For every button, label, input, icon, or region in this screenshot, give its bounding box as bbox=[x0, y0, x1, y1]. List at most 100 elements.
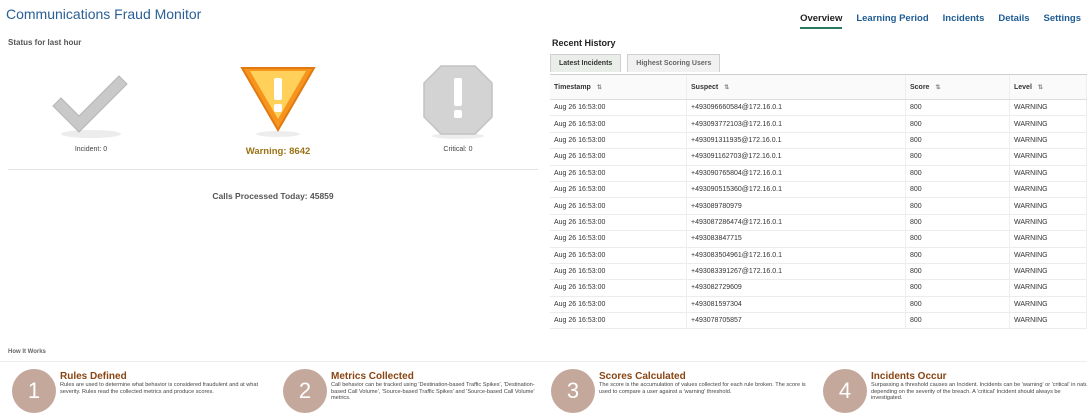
top-bar: Communications Fraud Monitor Overview Le… bbox=[0, 0, 1087, 34]
cell-timestamp: Aug 26 16:53:00 bbox=[550, 181, 687, 199]
cell-timestamp: Aug 26 16:53:00 bbox=[550, 296, 687, 314]
incident-status: Incident: 0 bbox=[16, 62, 166, 153]
cell-suspect: +493083504961@172.16.0.1 bbox=[686, 247, 906, 264]
checkmark-icon bbox=[52, 75, 128, 138]
col-suspect-header[interactable]: Suspect ⇅ bbox=[686, 75, 906, 100]
cell-suspect: +493090765804@172.16.0.1 bbox=[686, 165, 906, 182]
divider bbox=[0, 361, 1087, 362]
cell-suspect: +493087286474@172.16.0.1 bbox=[686, 214, 906, 232]
recent-history-panel: Recent History Latest Incidents Highest … bbox=[550, 34, 1087, 346]
col-score-label: Score bbox=[910, 83, 930, 91]
cell-timestamp: Aug 26 16:53:00 bbox=[550, 165, 687, 182]
cell-suspect: +493083847715 bbox=[686, 230, 906, 248]
cell-level: WARNING bbox=[1009, 312, 1087, 330]
table-row[interactable]: Aug 26 16:53:00 +493082729609 800 WARNING bbox=[550, 279, 1087, 297]
table-row[interactable]: Aug 26 16:53:00 +493083847715 800 WARNING bbox=[550, 230, 1087, 248]
calls-processed: Calls Processed Today: 45859 bbox=[212, 191, 334, 201]
col-score-header[interactable]: Score ⇅ bbox=[905, 75, 1010, 100]
cell-score: 800 bbox=[905, 132, 1010, 150]
divider bbox=[8, 169, 538, 170]
cell-level: WARNING bbox=[1009, 181, 1087, 199]
cell-timestamp: Aug 26 16:53:00 bbox=[550, 99, 687, 117]
app-title: Communications Fraud Monitor bbox=[6, 6, 202, 22]
incidents-table: Timestamp ⇅ Suspect ⇅ Score ⇅ Level ⇅ Aug 26… bbox=[550, 75, 1087, 330]
table-row[interactable]: Aug 26 16:53:00 +493078705857 800 WARNING bbox=[550, 312, 1087, 330]
sort-icon[interactable]: ⇅ bbox=[1038, 85, 1043, 91]
nav-overview[interactable]: Overview bbox=[800, 13, 843, 29]
table-row[interactable]: Aug 26 16:53:00 +493091162703@172.16.0.1 8… bbox=[550, 148, 1087, 166]
table-row[interactable]: Aug 26 16:53:00 +493093772103@172.16.0.1 8… bbox=[550, 115, 1087, 133]
cell-score: 800 bbox=[905, 230, 1010, 248]
cell-suspect: +493091162703@172.16.0.1 bbox=[686, 148, 906, 166]
table-row[interactable]: Aug 26 16:53:00 +493096660584@172.16.0.1 8… bbox=[550, 99, 1087, 117]
cell-suspect: +493078705857 bbox=[686, 312, 906, 330]
table-row[interactable]: Aug 26 16:53:00 +493083391267@172.16.0.1 8… bbox=[550, 263, 1087, 281]
cell-score: 800 bbox=[905, 263, 1010, 281]
table-row[interactable]: Aug 26 16:53:00 +493081597304 800 WARNING bbox=[550, 296, 1087, 314]
how-it-works-title: How It Works bbox=[8, 349, 46, 355]
cell-suspect: +493096660584@172.16.0.1 bbox=[686, 99, 906, 117]
cell-score: 800 bbox=[905, 99, 1010, 117]
table-row[interactable]: Aug 26 16:53:00 +493083504961@172.16.0.1 8… bbox=[550, 247, 1087, 264]
cell-level: WARNING bbox=[1009, 247, 1087, 264]
cell-score: 800 bbox=[905, 296, 1010, 314]
cell-level: WARNING bbox=[1009, 296, 1087, 314]
cell-timestamp: Aug 26 16:53:00 bbox=[550, 263, 687, 281]
octagon-alert-icon bbox=[423, 65, 493, 139]
nav-learning-period[interactable]: Learning Period bbox=[856, 13, 928, 29]
warning-icon bbox=[240, 67, 316, 137]
table-row[interactable]: Aug 26 16:53:00 +493090515360@172.16.0.1 8… bbox=[550, 181, 1087, 199]
cell-suspect: +493081597304 bbox=[686, 296, 906, 314]
table-header-row: Timestamp ⇅ Suspect ⇅ Score ⇅ Level ⇅ bbox=[550, 75, 1087, 100]
nav-incidents[interactable]: Incidents bbox=[943, 13, 985, 29]
cell-level: WARNING bbox=[1009, 197, 1087, 215]
step-description: Surpassing a threshold causes an Inciden… bbox=[871, 382, 1087, 402]
cell-score: 800 bbox=[905, 279, 1010, 297]
table-row[interactable]: Aug 26 16:53:00 +493089780979 800 WARNING bbox=[550, 197, 1087, 215]
nav-settings[interactable]: Settings bbox=[1044, 13, 1081, 29]
col-timestamp-header[interactable]: Timestamp ⇅ bbox=[550, 75, 687, 100]
cell-timestamp: Aug 26 16:53:00 bbox=[550, 214, 687, 232]
tab-latest-incidents[interactable]: Latest Incidents bbox=[550, 54, 622, 72]
sort-icon[interactable]: ⇅ bbox=[597, 85, 602, 91]
warning-status: Warning: 8642 bbox=[203, 62, 353, 157]
main-nav: Overview Learning Period Incidents Detai… bbox=[800, 13, 1081, 29]
tab-highest-scoring-users[interactable]: Highest Scoring Users bbox=[627, 54, 721, 72]
cell-level: WARNING bbox=[1009, 230, 1087, 248]
cell-level: WARNING bbox=[1009, 115, 1087, 133]
cell-score: 800 bbox=[905, 312, 1010, 330]
warning-label: Warning: 8642 bbox=[245, 146, 311, 157]
step-number: 3 bbox=[551, 369, 595, 413]
col-level-header[interactable]: Level ⇅ bbox=[1009, 75, 1087, 100]
cell-score: 800 bbox=[905, 115, 1010, 133]
cell-level: WARNING bbox=[1009, 214, 1087, 232]
cell-suspect: +493083391267@172.16.0.1 bbox=[686, 263, 906, 281]
cell-timestamp: Aug 26 16:53:00 bbox=[550, 230, 687, 248]
cell-level: WARNING bbox=[1009, 165, 1087, 182]
cell-timestamp: Aug 26 16:53:00 bbox=[550, 247, 687, 264]
cell-level: WARNING bbox=[1009, 99, 1087, 117]
sort-icon[interactable]: ⇅ bbox=[724, 85, 729, 91]
step-number: 2 bbox=[283, 369, 327, 413]
cell-timestamp: Aug 26 16:53:00 bbox=[550, 279, 687, 297]
sort-icon[interactable]: ⇅ bbox=[935, 85, 940, 91]
cell-score: 800 bbox=[905, 181, 1010, 199]
cell-suspect: +493093772103@172.16.0.1 bbox=[686, 115, 906, 133]
table-row[interactable]: Aug 26 16:53:00 +493091311935@172.16.0.1 8… bbox=[550, 132, 1087, 150]
nav-details[interactable]: Details bbox=[998, 13, 1029, 29]
cell-score: 800 bbox=[905, 214, 1010, 232]
table-row[interactable]: Aug 26 16:53:00 +493090765804@172.16.0.1 8… bbox=[550, 165, 1087, 182]
cell-level: WARNING bbox=[1009, 279, 1087, 297]
step-title: Rules Defined bbox=[60, 371, 127, 382]
step-title: Incidents Occur bbox=[871, 371, 947, 382]
critical-status: Critical: 0 bbox=[383, 62, 533, 153]
step-description: Rules are used to determine what behavio… bbox=[60, 382, 259, 395]
col-level-label: Level bbox=[1014, 83, 1032, 91]
cell-level: WARNING bbox=[1009, 132, 1087, 150]
incidents-table-container: Timestamp ⇅ Suspect ⇅ Score ⇅ Level ⇅ Aug 26… bbox=[550, 74, 1087, 347]
cell-suspect: +493090515360@172.16.0.1 bbox=[686, 181, 906, 199]
cell-suspect: +493089780979 bbox=[686, 197, 906, 215]
cell-timestamp: Aug 26 16:53:00 bbox=[550, 132, 687, 150]
cell-timestamp: Aug 26 16:53:00 bbox=[550, 197, 687, 215]
table-row[interactable]: Aug 26 16:53:00 +493087286474@172.16.0.1 8… bbox=[550, 214, 1087, 232]
